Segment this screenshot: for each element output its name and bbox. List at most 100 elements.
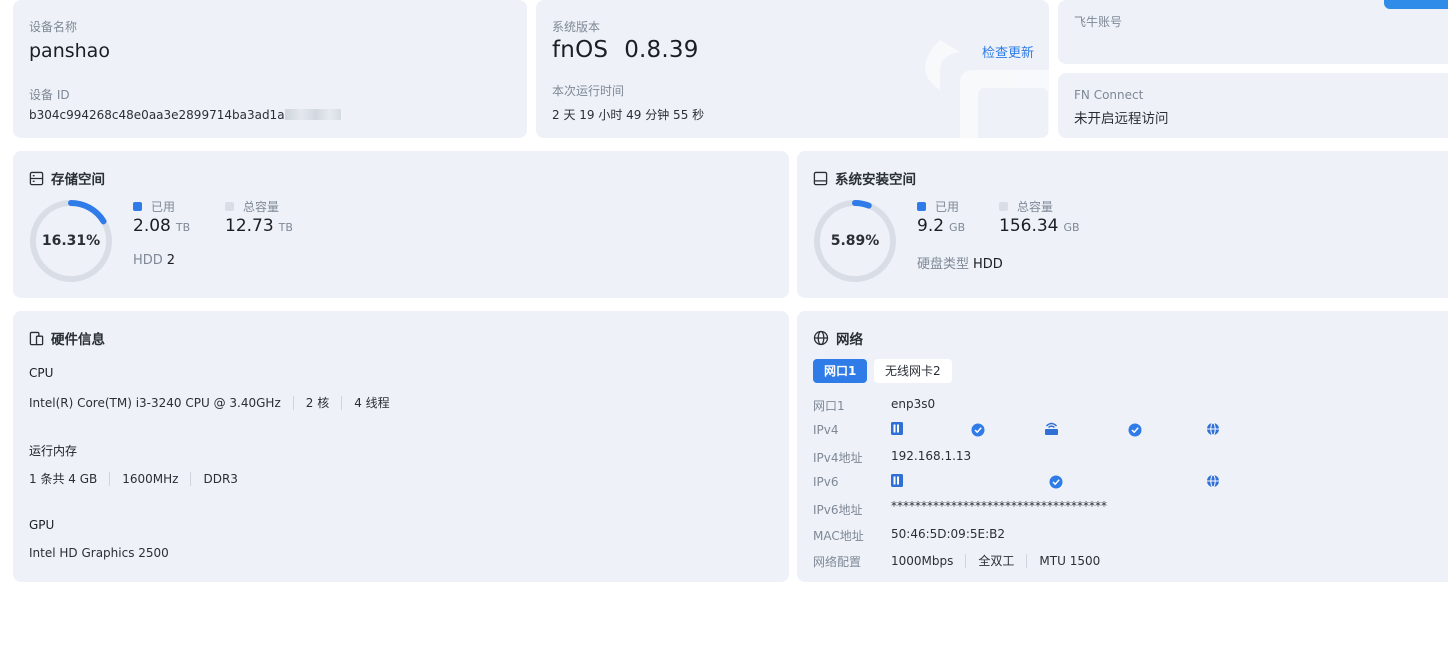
tab-port-1[interactable]: 网口1: [813, 359, 868, 383]
storage-title: 存储空间: [51, 172, 105, 188]
system-card: 系统版本 fnOS 0.8.39 检查更新 本次运行时间 2 天 19 小时 49…: [536, 0, 1049, 138]
system-disk-used-value: 9.2 GB: [917, 216, 965, 236]
system-disk-heading: 系统安装空间: [813, 168, 916, 188]
gpu-model: Intel HD Graphics 2500: [29, 546, 169, 560]
device-id: b304c994268c48e0aa3e2899714ba3ad1a: [29, 108, 341, 122]
divider: [965, 553, 967, 568]
system-disk-total-unit: GB: [1063, 221, 1080, 234]
system-disk-total-number: 156.34: [999, 216, 1059, 236]
system-disk-used-legend: 已用: [917, 198, 959, 215]
cpu-cores: 2 核: [305, 396, 330, 410]
cpu-label: CPU: [29, 366, 54, 380]
divider: [190, 471, 192, 486]
ipv6-address-label: IPv6地址: [813, 503, 863, 517]
uptime-value: 2 天 19 小时 49 分钟 55 秒: [552, 108, 705, 122]
disk-type-label: HDD: [133, 253, 163, 268]
network-config-label: 网络配置: [813, 555, 862, 569]
storage-used-number: 2.08: [133, 216, 171, 236]
storage-total-unit: TB: [278, 221, 293, 234]
devices-icon: [29, 331, 44, 345]
storage-total-legend: 总容量: [225, 198, 279, 215]
uptime-label: 本次运行时间: [552, 84, 625, 98]
system-disk-type-value: HDD: [973, 257, 1003, 272]
storage-used-value: 2.08 TB: [133, 216, 190, 236]
system-disk-total-legend: 总容量: [999, 198, 1053, 215]
gpu-label: GPU: [29, 518, 55, 532]
mac-address: 50:46:5D:09:5E:B2: [891, 527, 1005, 541]
hardware-title: 硬件信息: [51, 332, 105, 348]
device-card: 设备名称 panshao 设备 ID b304c994268c48e0aa3e2…: [13, 0, 527, 138]
system-disk-type: 硬盘类型 HDD: [917, 253, 1003, 272]
ipv4-label: IPv4: [813, 423, 839, 437]
device-name: panshao: [29, 40, 110, 62]
device-id-label: 设备 ID: [29, 88, 70, 102]
hard-drive-icon: [813, 171, 828, 185]
memory-size: 1 条共 4 GB: [29, 472, 98, 486]
system-disk-type-label: 硬盘类型: [917, 257, 970, 272]
fn-connect-status: 未开启远程访问: [1074, 111, 1169, 127]
storage-icon: [29, 171, 44, 185]
ipv4-address: 192.168.1.13: [891, 449, 972, 463]
storage-card: 存储空间 16.31% 已用 总容量 2.08 TB 12.73 TB HDD 2: [13, 151, 789, 298]
mtu-value: MTU 1500: [1039, 553, 1101, 568]
device-name-label: 设备名称: [29, 20, 78, 34]
system-disk-total-label: 总容量: [1017, 200, 1054, 214]
storage-used-legend: 已用: [133, 198, 175, 215]
network-card: 网络 网口1 无线网卡2 网口1 enp3s0 IPv4 IPv4地址 192.…: [797, 311, 1448, 582]
globe-icon: [813, 330, 829, 346]
device-id-value: b304c994268c48e0aa3e2899714ba3ad1a: [29, 108, 285, 122]
system-disk-used-unit: GB: [949, 221, 966, 234]
memory-type: DDR3: [203, 471, 238, 486]
cpu-threads: 4 线程: [354, 396, 390, 410]
port-label: 网口1: [813, 399, 845, 413]
system-version-label: 系统版本: [552, 20, 601, 34]
device-id-redaction: [284, 109, 341, 120]
memory-label: 运行内存: [29, 444, 78, 458]
storage-percent: 16.31%: [41, 233, 101, 249]
fn-account-card[interactable]: 飞牛账号: [1058, 0, 1448, 64]
system-disk-title: 系统安装空间: [835, 172, 916, 188]
cpu-model: Intel(R) Core(TM) i3-3240 CPU @ 3.40GHz: [29, 395, 281, 410]
divider: [292, 395, 294, 410]
ipv6-address: ************************************: [891, 499, 1107, 513]
system-version: fnOS 0.8.39: [552, 37, 699, 63]
hardware-card: 硬件信息 CPU Intel(R) Core(TM) i3-3240 CPU @…: [13, 311, 789, 582]
ipv4-address-label: IPv4地址: [813, 451, 863, 465]
hardware-heading: 硬件信息: [29, 328, 105, 348]
fn-connect-card[interactable]: FN Connect 未开启远程访问: [1058, 73, 1448, 138]
os-version: 0.8.39: [624, 37, 699, 63]
network-config: 1000Mbps 全双工 MTU 1500: [891, 552, 1100, 569]
storage-total-number: 12.73: [225, 216, 274, 236]
ipv4-topology: [891, 422, 1219, 437]
account-action-button[interactable]: [1384, 0, 1448, 9]
storage-used-label: 已用: [151, 200, 176, 214]
ipv6-label: IPv6: [813, 475, 839, 489]
fn-connect-label: FN Connect: [1074, 88, 1144, 102]
divider: [109, 471, 111, 486]
divider: [1026, 553, 1028, 568]
check-update-link[interactable]: 检查更新: [982, 42, 1034, 61]
disk-count-value: 2: [166, 253, 176, 268]
mac-label: MAC地址: [813, 529, 864, 543]
os-name: fnOS: [552, 37, 609, 63]
link-speed: 1000Mbps: [891, 553, 954, 568]
network-title: 网络: [836, 332, 863, 348]
memory-frequency: 1600MHz: [122, 471, 179, 486]
storage-heading: 存储空间: [29, 168, 105, 188]
cpu-info: Intel(R) Core(TM) i3-3240 CPU @ 3.40GHz …: [29, 394, 390, 411]
system-disk-card: 系统安装空间 5.89% 已用 总容量 9.2 GB 156.34 GB 硬盘类型 H…: [797, 151, 1448, 298]
divider: [341, 395, 343, 410]
ipv6-topology: [891, 474, 1219, 489]
storage-disk-count: HDD 2: [133, 253, 175, 268]
storage-used-unit: TB: [175, 221, 191, 234]
system-disk-total-value: 156.34 GB: [999, 216, 1080, 236]
network-heading: 网络: [813, 328, 863, 348]
storage-total-value: 12.73 TB: [225, 216, 293, 236]
memory-info: 1 条共 4 GB 1600MHz DDR3: [29, 470, 238, 487]
duplex-mode: 全双工: [978, 554, 1015, 568]
port-value: enp3s0: [891, 397, 936, 411]
system-disk-used-number: 9.2: [917, 216, 945, 236]
storage-total-label: 总容量: [243, 200, 280, 214]
system-disk-used-label: 已用: [935, 200, 960, 214]
tab-wireless-2[interactable]: 无线网卡2: [874, 359, 952, 383]
